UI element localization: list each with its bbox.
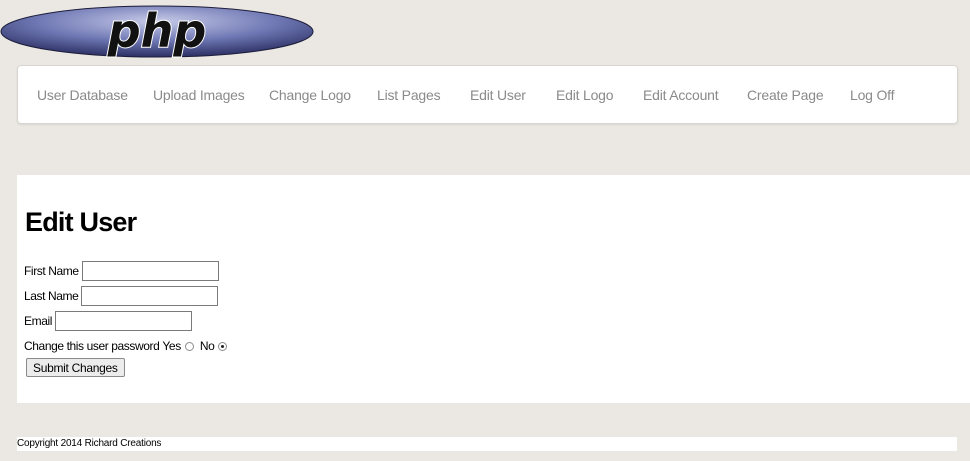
page-title: Edit User	[25, 207, 137, 237]
nav-log-off[interactable]: Log Off	[850, 87, 894, 103]
svg-text:php: php	[107, 5, 207, 58]
no-radio[interactable]	[218, 341, 228, 351]
password-change-label: Change this user password	[24, 339, 160, 353]
password-change-row: Change this user password Yes No	[24, 339, 233, 353]
email-row: Email	[24, 311, 193, 331]
first-name-label: First Name	[24, 264, 79, 278]
nav-edit-user[interactable]: Edit User	[470, 87, 526, 103]
last-name-label: Last Name	[24, 289, 79, 303]
first-name-row: First Name	[24, 261, 219, 281]
nav-change-logo[interactable]: Change Logo	[269, 87, 351, 103]
first-name-input[interactable]	[81, 261, 219, 281]
php-logo: php	[0, 5, 314, 58]
copyright-text: Copyright 2014 Richard Creations	[17, 438, 162, 449]
email-input[interactable]	[55, 311, 193, 331]
nav-create-page[interactable]: Create Page	[747, 87, 824, 103]
nav-list-pages[interactable]: List Pages	[377, 87, 441, 103]
no-label: No	[199, 339, 215, 353]
nav-upload-images[interactable]: Upload Images	[153, 87, 245, 103]
nav-user-database[interactable]: User Database	[37, 87, 128, 103]
submit-changes-button[interactable]: Submit Changes	[26, 358, 125, 377]
yes-label: Yes	[162, 339, 181, 353]
last-name-row: Last Name	[24, 286, 219, 306]
nav-edit-logo[interactable]: Edit Logo	[556, 87, 614, 103]
nav-edit-account[interactable]: Edit Account	[643, 87, 719, 103]
yes-radio[interactable]	[184, 341, 194, 351]
email-label: Email	[24, 314, 53, 328]
main-nav: User Database Upload Images Change Logo …	[17, 65, 958, 124]
footer: Copyright 2014 Richard Creations	[17, 437, 957, 451]
last-name-input[interactable]	[81, 286, 219, 306]
main-content: Edit User First Name Last Name Email Cha…	[17, 175, 970, 403]
